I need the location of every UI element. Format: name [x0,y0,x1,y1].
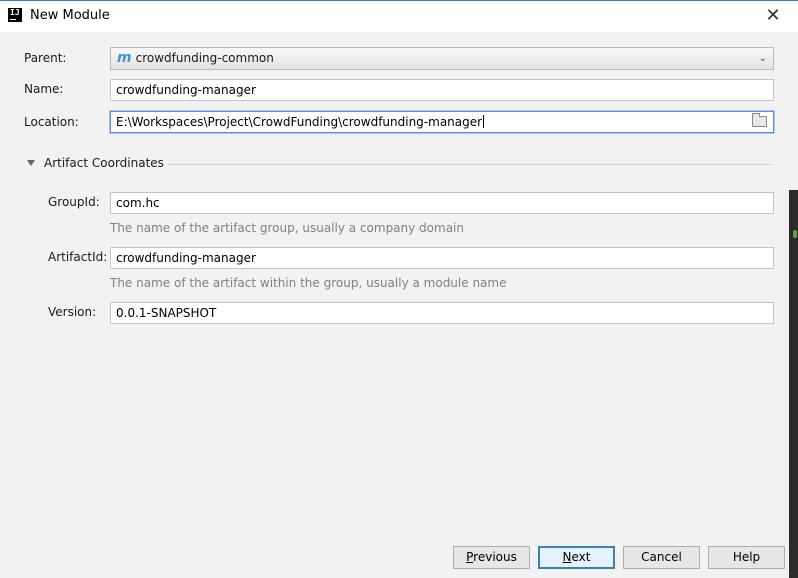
groupid-hint: The name of the artifact group, usually … [110,221,464,235]
name-input[interactable]: crowdfunding-manager [110,79,774,101]
next-label: ext [571,550,591,564]
parent-label: Parent: [24,51,67,65]
location-input-value: E:\Workspaces\Project\CrowdFunding\crowd… [116,115,483,129]
location-label: Location: [24,115,79,129]
name-label: Name: [24,82,64,96]
location-input[interactable]: E:\Workspaces\Project\CrowdFunding\crowd… [110,111,774,133]
cancel-button[interactable]: Cancel [623,546,700,569]
section-title-artifact-coordinates[interactable]: Artifact Coordinates [44,156,164,170]
section-divider [168,164,772,165]
close-button[interactable]: ✕ [758,5,788,27]
version-input[interactable]: 0.0.1-SNAPSHOT [110,302,774,324]
title-bar: IJ New Module ✕ [0,0,798,32]
previous-button[interactable]: Previous [453,546,530,569]
artifactid-hint: The name of the artifact within the grou… [110,276,507,290]
parent-combobox-value: crowdfunding-common [135,51,274,65]
next-mnemonic: N [562,550,572,564]
text-caret [483,115,485,128]
artifactid-label: ArtifactId: [48,250,108,264]
background-status-mark [793,230,797,238]
next-button[interactable]: Next [538,546,615,569]
groupid-label: GroupId: [48,195,100,209]
maven-module-icon: m [117,50,132,66]
help-button[interactable]: Help [708,546,785,569]
artifactid-input[interactable]: crowdfunding-manager [110,247,774,269]
previous-label: revious [473,550,517,564]
browse-folder-icon[interactable] [752,113,767,127]
groupid-input[interactable]: com.hc [110,192,774,214]
chevron-down-icon: ⌄ [758,53,767,64]
version-label: Version: [48,305,97,319]
parent-combobox[interactable]: m crowdfunding-common ⌄ [110,47,774,70]
background-window-edge [789,190,798,578]
collapse-triangle-icon[interactable] [27,160,35,166]
window-title: New Module [30,8,110,23]
intellij-app-icon: IJ [8,8,22,22]
